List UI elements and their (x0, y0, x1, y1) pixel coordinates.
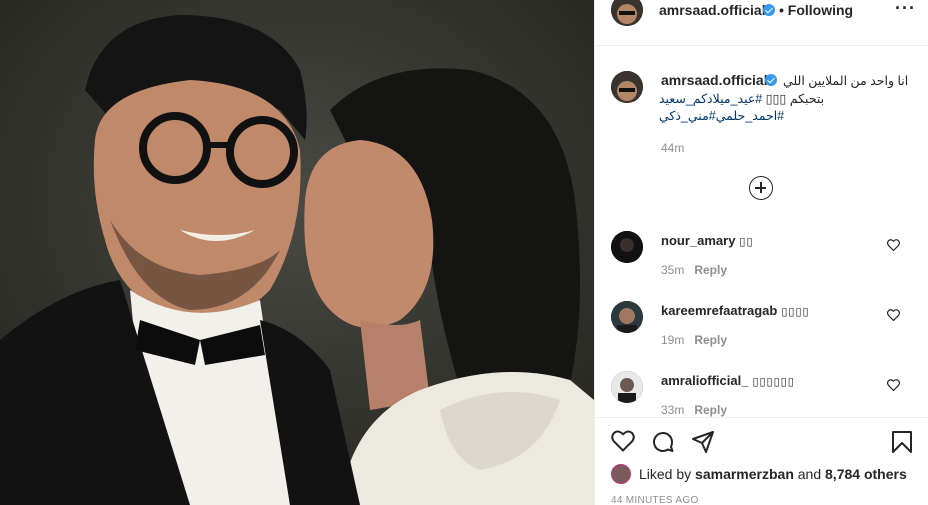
caption-text: بتحبكم ▯▯▯ (762, 92, 825, 106)
comment-row: kareemrefaatragab ▯▯▯▯ 19m Reply (595, 301, 928, 371)
comment-avatar[interactable] (611, 231, 643, 263)
following-button[interactable]: • Following (779, 2, 853, 18)
comment-time: 35m (661, 263, 685, 277)
like-comment-icon[interactable] (887, 379, 900, 391)
caption-author-username[interactable]: amrsaad.official (661, 72, 768, 88)
like-comment-icon[interactable] (887, 309, 900, 321)
like-heart-icon[interactable] (611, 430, 635, 452)
caption-line-2: بتحبكم ▯▯▯ #عيد_ميلادكم_سعيد (659, 91, 824, 106)
like-comment-icon[interactable] (887, 239, 900, 251)
comment-username[interactable]: nour_amary ▯▯ (661, 233, 754, 248)
comment-time: 33m (661, 403, 685, 417)
comment-username[interactable]: kareemrefaatragab ▯▯▯▯ (661, 303, 810, 318)
liker-avatar[interactable] (611, 464, 631, 484)
caption-time: 44m (661, 141, 685, 155)
comment-time: 19m (661, 333, 685, 347)
liker-username[interactable]: samarmerzban (695, 466, 794, 482)
comment-text: ▯▯ (739, 235, 754, 248)
save-bookmark-icon[interactable] (891, 430, 913, 454)
likes-count-link[interactable]: 8,784 others (825, 466, 907, 482)
comment-meta: 19m Reply (661, 333, 727, 347)
share-send-icon[interactable] (691, 430, 715, 454)
post-timestamp: 44 MINUTES AGO (611, 495, 699, 505)
more-options-icon[interactable]: ··· (895, 0, 916, 19)
hashtag-link[interactable]: #احمد_حلمي#مني_ذكي (659, 108, 784, 123)
liked-by-text: Liked by samarmerzban and 8,784 others (639, 466, 907, 482)
reply-button[interactable]: Reply (694, 333, 727, 347)
reply-button[interactable]: Reply (694, 263, 727, 277)
hashtag-link[interactable]: #عيد_ميلادكم_سعيد (659, 92, 762, 106)
load-more-comments-icon[interactable] (749, 176, 773, 200)
comment-username[interactable]: amraliofficial_ ▯▯▯▯▯▯ (661, 373, 795, 388)
comment-text: ▯▯▯▯ (781, 305, 810, 318)
comment-row: nour_amary ▯▯ 35m Reply (595, 231, 928, 301)
caption-line-1: انا واحد من الملايين اللي (783, 74, 909, 88)
author-username[interactable]: amrsaad.official (659, 2, 766, 18)
post-header: amrsaad.official • Following ··· (595, 0, 928, 46)
post-photo[interactable] (0, 0, 594, 505)
reply-button[interactable]: Reply (694, 403, 727, 417)
caption-verified-badge-icon (765, 74, 777, 86)
comment-meta: 33m Reply (661, 403, 727, 417)
comment-avatar[interactable] (611, 301, 643, 333)
verified-badge-icon (763, 4, 775, 16)
author-avatar[interactable] (611, 0, 643, 26)
post-side-panel: amrsaad.official • Following ··· amrsaad… (594, 0, 928, 505)
caption-author-avatar[interactable] (611, 71, 643, 103)
comment-avatar[interactable] (611, 371, 643, 403)
comment-bubble-icon[interactable] (651, 430, 675, 454)
comment-meta: 35m Reply (661, 263, 727, 277)
post-actions-bar: Liked by samarmerzban and 8,784 others 4… (595, 417, 928, 505)
comment-text: ▯▯▯▯▯▯ (752, 375, 795, 388)
post-image (0, 0, 594, 505)
